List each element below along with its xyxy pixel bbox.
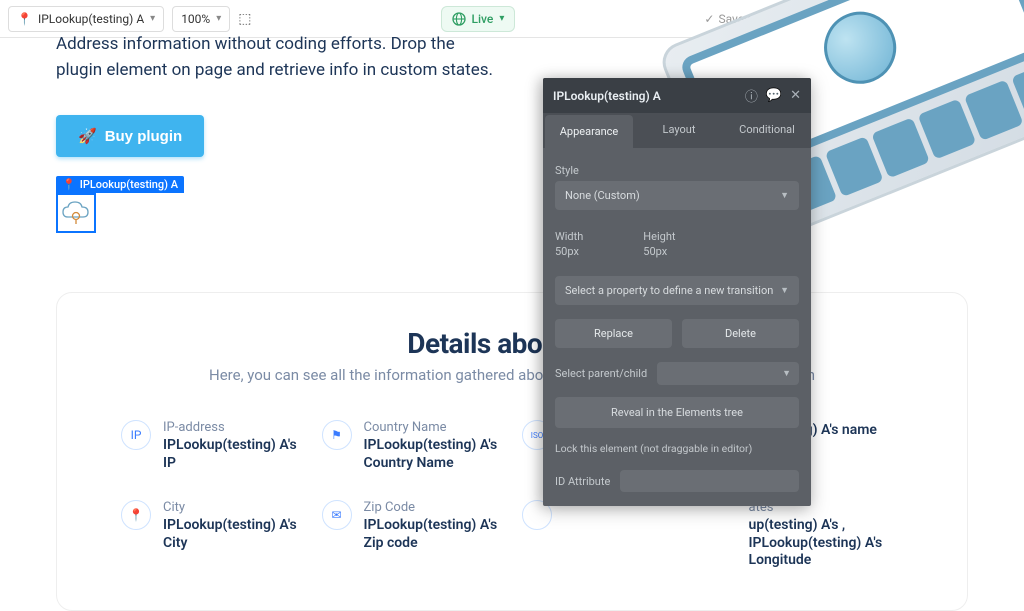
info-icon[interactable]: ⓘ <box>745 86 758 105</box>
chevron-down-icon: ▾ <box>150 13 155 24</box>
zoom-value: 100% <box>181 12 210 26</box>
branch-selector[interactable]: Live ▾ <box>441 6 516 32</box>
live-label: Live <box>472 12 494 26</box>
element-selector-label: IPLookup(testing) A <box>38 12 144 26</box>
id-attribute-label: ID Attribute <box>555 475 610 488</box>
detail-label: City <box>163 500 302 515</box>
zoom-control[interactable]: 100% ▾ <box>172 6 230 32</box>
parent-child-label: Select parent/child <box>555 367 647 380</box>
detail-item: ✉ Zip Code IPLookup(testing) A's Zip cod… <box>322 500 503 570</box>
detail-item: ates up(testing) A's , IPLookup(testing)… <box>723 500 904 570</box>
reveal-button[interactable]: Reveal in the Elements tree <box>555 397 799 428</box>
replace-button[interactable]: Replace <box>555 319 672 348</box>
selected-element-box[interactable] <box>56 193 96 233</box>
element-selector[interactable]: 📍 IPLookup(testing) A ▾ <box>8 6 164 32</box>
height-value[interactable]: 50px <box>643 245 675 258</box>
comment-icon[interactable]: 💬 <box>766 88 782 103</box>
ip-icon: IP <box>121 420 151 450</box>
rocket-icon: 🚀 <box>78 127 97 145</box>
detail-item: IP IP-address IPLookup(testing) A's IP <box>121 420 302 472</box>
transition-dropdown[interactable]: Select a property to define a new transi… <box>555 276 799 305</box>
dimensions-row: Width 50px Height 50px <box>555 224 799 258</box>
delete-button[interactable]: Delete <box>682 319 799 348</box>
style-value: None (Custom) <box>565 189 640 202</box>
detail-value: IPLookup(testing) A's Zip code <box>364 517 503 552</box>
chevron-down-icon: ▼ <box>780 285 789 296</box>
panel-header[interactable]: IPLookup(testing) A ⓘ 💬 ✕ <box>543 78 811 113</box>
chevron-down-icon: ▾ <box>216 13 221 24</box>
detail-value: IPLookup(testing) A's Country Name <box>364 437 503 472</box>
detail-label: IP-address <box>163 420 302 435</box>
chevron-down-icon: ▾ <box>499 13 504 24</box>
detail-label: Zip Code <box>364 500 503 515</box>
box-icon[interactable]: ⬚ <box>238 11 251 27</box>
globe-icon <box>452 12 466 26</box>
chevron-down-icon: ▼ <box>782 368 791 379</box>
pin-icon: 📍 <box>17 12 32 26</box>
buy-plugin-label: Buy plugin <box>105 128 183 145</box>
height-label: Height <box>643 230 675 243</box>
detail-item: 📍 City IPLookup(testing) A's City <box>121 500 302 570</box>
style-dropdown[interactable]: None (Custom) ▼ <box>555 181 799 210</box>
buy-plugin-button[interactable]: 🚀 Buy plugin <box>56 115 204 157</box>
cloud-pin-icon <box>61 199 91 227</box>
parent-child-dropdown[interactable]: ▼ <box>657 362 799 385</box>
flag-icon: ⚑ <box>322 420 352 450</box>
panel-title: IPLookup(testing) A <box>553 89 737 103</box>
width-label: Width <box>555 230 583 243</box>
close-icon[interactable]: ✕ <box>790 88 801 103</box>
details-card: Details about you Here, you can see all … <box>56 292 968 611</box>
detail-item: ⚑ Country Name IPLookup(testing) A's Cou… <box>322 420 503 472</box>
detail-value: up(testing) A's , IPLookup(testing) A's … <box>749 517 904 570</box>
panel-body: Style None (Custom) ▼ Width 50px Height … <box>543 148 811 506</box>
plugin-description: Address information without coding effor… <box>56 32 496 83</box>
selected-element-name: IPLookup(testing) A <box>80 178 178 191</box>
editor-canvas[interactable]: Address information without coding effor… <box>0 32 1024 567</box>
transition-placeholder: Select a property to define a new transi… <box>565 284 773 297</box>
tab-layout[interactable]: Layout <box>635 113 723 148</box>
chevron-down-icon: ▼ <box>780 190 789 201</box>
tab-appearance[interactable]: Appearance <box>545 115 633 148</box>
detail-value: IPLookup(testing) A's City <box>163 517 302 552</box>
panel-tabs: Appearance Layout Conditional <box>543 113 811 148</box>
detail-value: IPLookup(testing) A's IP <box>163 437 302 472</box>
detail-item <box>522 500 703 570</box>
property-panel[interactable]: IPLookup(testing) A ⓘ 💬 ✕ Appearance Lay… <box>543 78 811 506</box>
id-attribute-input[interactable] <box>620 470 799 492</box>
style-label: Style <box>555 164 799 177</box>
width-value[interactable]: 50px <box>555 245 583 258</box>
pin-icon: 📍 <box>62 178 76 191</box>
lock-element-label[interactable]: Lock this element (not draggable in edit… <box>555 442 799 455</box>
detail-label: Country Name <box>364 420 503 435</box>
zip-icon: ✉ <box>322 500 352 530</box>
city-icon: 📍 <box>121 500 151 530</box>
tab-conditional[interactable]: Conditional <box>723 113 811 148</box>
